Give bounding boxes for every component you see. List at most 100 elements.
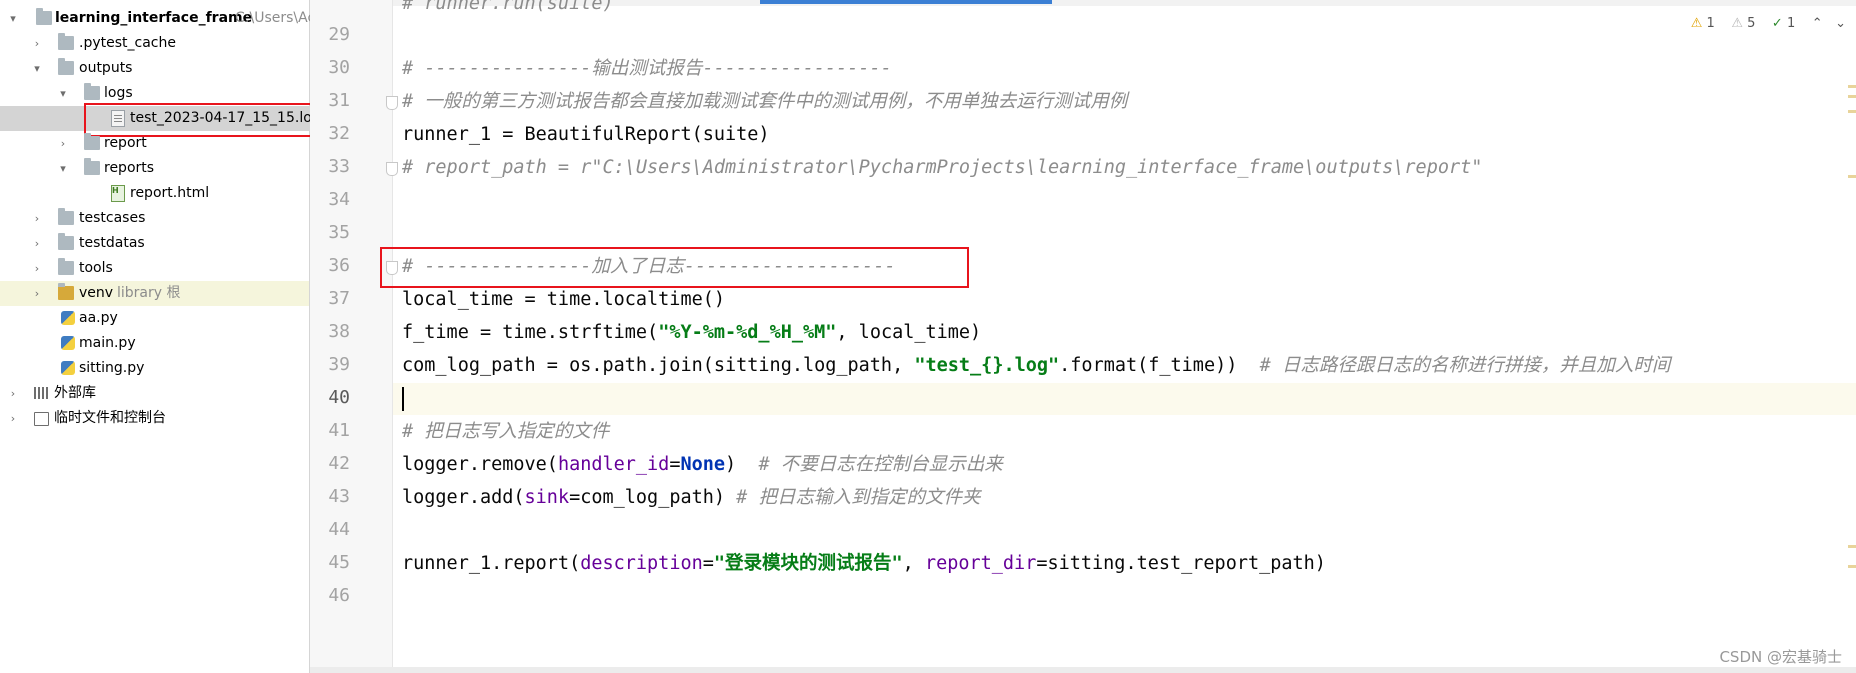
chevron-down-icon[interactable]: ▾ [56,81,70,106]
scroll-mark [1848,565,1856,568]
chevron-down-icon[interactable]: ⌄ [1835,16,1846,31]
chevron-right-icon[interactable]: › [30,281,44,306]
tree-item-label: report.html [130,185,210,201]
inline-comment: # 不要日志在控制台显示出来 [758,454,1003,475]
chevron-right-icon[interactable]: › [30,31,44,56]
tree-root-row[interactable]: ▾ learning_interface_frame C:\Users\Ac [0,6,315,31]
fold-marker-icon[interactable] [386,162,398,176]
code-line-28-partial: # runner.run(suite) [402,0,614,14]
tree-item-aa-py[interactable]: aa.py [0,306,309,331]
code-token: .format(f_time)) [1059,355,1260,376]
folder-icon [84,158,100,175]
tree-item-external-libraries[interactable]: › 外部库 [0,381,309,406]
code-line-39: com_log_path = os.path.join(sitting.log_… [402,352,1670,380]
chevron-right-icon[interactable]: › [30,256,44,281]
tree-item-tools[interactable]: › tools [0,256,309,281]
folder-icon [58,58,74,75]
scroll-mark [1848,95,1856,98]
folder-icon [36,8,52,25]
python-file-icon [61,311,75,325]
tree-item-label: report [104,135,147,151]
horizontal-scrollbar[interactable] [310,667,1856,673]
tree-item-label: sitting.py [79,360,145,376]
chevron-right-icon[interactable]: › [30,206,44,231]
fold-marker-icon[interactable] [386,96,398,110]
string-literal: "test_{}.log" [914,355,1060,376]
python-file-icon [61,361,75,375]
line-number: 42 [328,453,350,474]
code-token: logger.add( [402,487,525,508]
chevron-right-icon[interactable]: › [30,231,44,256]
line-number: 36 [328,255,350,276]
tree-item-label: 外部库 [54,385,96,401]
weak-warning-count: 5 [1747,16,1756,31]
tree-item-label: .pytest_cache [79,35,176,51]
string-literal: "%Y-%m-%d_%H_%M" [658,322,837,343]
code-editor[interactable]: 29 30 31 32 33 34 35 36 37 38 39 40 41 4… [310,0,1856,673]
line-number: 29 [328,24,350,45]
code-token: logger.remove( [402,454,558,475]
tree-item-testcases[interactable]: › testcases [0,206,309,231]
keyword-arg: description [580,553,703,574]
folder-icon [58,283,74,300]
tree-item-label: main.py [79,335,136,351]
code-token: , [902,553,925,574]
line-number-current: 40 [328,387,350,408]
code-line-37: local_time = time.localtime() [402,289,726,310]
watermark: CSDN @宏基骑士 [1719,648,1842,666]
tree-item-label: outputs [79,60,133,76]
code-line-42: logger.remove(handler_id=None) # 不要日志在控制… [402,451,1003,479]
root-path-hint: C:\Users\Ac [235,10,316,26]
chevron-down-icon[interactable]: ▾ [56,156,70,181]
code-token: com_log_path = os.path.join(sitting.log_… [402,355,915,376]
tree-item-reports[interactable]: ▾ reports [0,156,309,181]
chevron-right-icon[interactable]: › [6,406,20,431]
tree-item-report[interactable]: › report [0,131,309,156]
weak-warning-icon: ⚠ [1731,16,1743,31]
tree-item-report-html[interactable]: report.html [0,178,309,206]
code-line-31: # 一般的第三方测试报告都会直接加载测试套件中的测试用例，不用单独去运行测试用例 [402,91,1128,112]
tree-item-sitting-py[interactable]: sitting.py [0,356,309,381]
line-number: 44 [328,519,350,540]
folder-icon [58,33,74,50]
code-line-45: runner_1.report(description="登录模块的测试报告",… [402,550,1326,578]
inspection-widget[interactable]: ⚠ 1 ⚠ 5 ✓ 1 ⌃ ⌄ [1691,14,1846,34]
tree-item-label: testcases [79,210,146,226]
tree-item-scratches[interactable]: › 临时文件和控制台 [0,406,309,431]
chevron-right-icon[interactable]: › [6,381,20,406]
chevron-down-icon[interactable]: ▾ [30,56,44,81]
chevron-right-icon[interactable]: › [56,131,70,156]
tree-item-label: testdatas [79,235,145,251]
project-tree: ▾ learning_interface_frame C:\Users\Ac ›… [0,0,322,673]
scrollbar-markers[interactable] [1848,85,1856,568]
folder-icon [84,133,100,150]
code-line-40[interactable] [402,385,404,413]
line-number-gutter: 29 30 31 32 33 34 35 36 37 38 39 40 41 4… [310,0,398,673]
code-token: =sitting.test_report_path) [1036,553,1326,574]
library-root-hint: library 根 [117,285,181,301]
folder-icon [84,83,100,100]
tree-item-pytest-cache[interactable]: › .pytest_cache [0,31,309,56]
warning-count: 1 [1706,16,1715,31]
folder-icon [58,233,74,250]
code-token: , local_time) [836,322,982,343]
keyword-arg: report_dir [924,553,1037,574]
folder-icon [58,258,74,275]
tree-item-main-py[interactable]: main.py [0,331,309,356]
scratches-icon [34,412,49,426]
line-number: 39 [328,354,350,375]
tree-item-venv[interactable]: › venv library 根 [0,281,309,306]
line-number: 38 [328,321,350,342]
keyword: None [680,454,726,475]
text-caret [402,387,404,411]
code-token: = [669,454,681,475]
tree-item-testdatas[interactable]: › testdatas [0,231,309,256]
line-number: 43 [328,486,350,507]
tree-item-label: aa.py [79,310,118,326]
line-number: 34 [328,189,350,210]
tree-item-outputs[interactable]: ▾ outputs [0,56,309,81]
chevron-up-icon[interactable]: ⌃ [1812,16,1823,31]
chevron-down-icon[interactable]: ▾ [6,6,20,31]
code-line-41: # 把日志写入指定的文件 [402,421,610,442]
html-file-icon [111,178,125,203]
